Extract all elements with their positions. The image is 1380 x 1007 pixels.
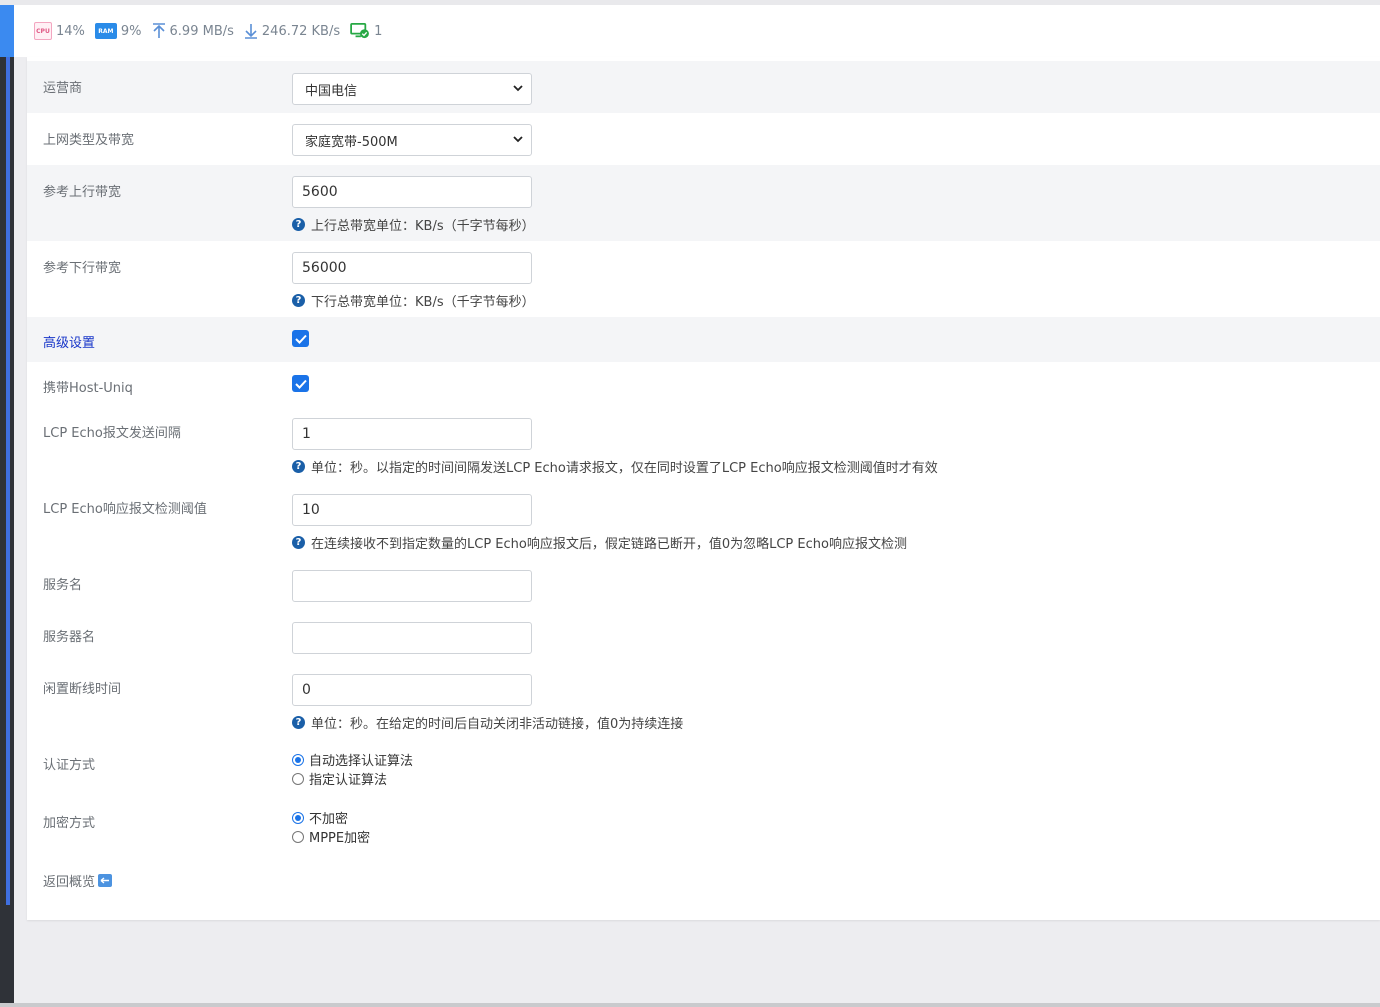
net-type-row: 上网类型及带宽 家庭宽带-500M (27, 113, 1380, 165)
lcp-threshold-row: LCP Echo响应报文检测阈值 ? 在连续接收不到指定数量的LCP Echo响… (27, 486, 1380, 562)
lcp-threshold-help-text: 在连续接收不到指定数量的LCP Echo响应报文后，假定链路已断开，值0为忽略L… (311, 537, 907, 552)
server-name-row: 服务器名 (27, 614, 1380, 666)
back-to-overview-link[interactable]: 返回概览 (43, 871, 113, 890)
lcp-interval-help: ? 单位：秒。以指定的时间间隔发送LCP Echo请求报文，仅在同时设置了LCP… (292, 457, 938, 476)
up-bandwidth-help-text: 上行总带宽单位：KB/s（千字节每秒） (311, 219, 535, 234)
bottom-edge (0, 1003, 1380, 1007)
down-bandwidth-help: ? 下行总带宽单位：KB/s（千字节每秒） (292, 291, 535, 310)
net-type-select[interactable]: 家庭宽带-500M (292, 124, 532, 156)
settings-panel: 运营商 中国电信 上网类型及带宽 家庭宽带-500M 参考上行带宽 ? 上行总带… (27, 57, 1380, 920)
encrypt-option-none[interactable]: 不加密 (292, 808, 370, 827)
lcp-interval-label: LCP Echo报文发送间隔 (43, 426, 181, 441)
radio-selected-icon (292, 753, 304, 766)
auth-label: 认证方式 (43, 758, 96, 773)
isp-row: 运营商 中国电信 (27, 61, 1380, 113)
lcp-threshold-label: LCP Echo响应报文检测阈值 (43, 502, 207, 517)
connection-count: 1 (374, 23, 383, 39)
encrypt-option-none-label: 不加密 (309, 812, 349, 827)
cpu-icon: CPU (34, 22, 52, 40)
upload-arrow-icon (152, 23, 165, 38)
monitor-check-icon (350, 23, 370, 39)
radio-unselected-icon (292, 830, 304, 843)
download-speed: 246.72 KB/s (261, 23, 341, 39)
up-bandwidth-label: 参考上行带宽 (43, 185, 122, 200)
service-name-label: 服务名 (43, 578, 83, 593)
help-icon: ? (292, 294, 305, 307)
status-bar: CPU 14% RAM 9% 6.99 MB/s 246.72 KB/s 1 (0, 5, 1380, 57)
up-bandwidth-help: ? 上行总带宽单位：KB/s（千字节每秒） (292, 215, 535, 234)
down-bandwidth-label: 参考下行带宽 (43, 261, 122, 276)
isp-select-value: 中国电信 (305, 83, 358, 99)
service-name-input[interactable] (292, 570, 532, 602)
lcp-interval-help-text: 单位：秒。以指定的时间间隔发送LCP Echo请求报文，仅在同时设置了LCP E… (311, 461, 938, 476)
check-icon (294, 334, 307, 344)
radio-unselected-icon (292, 772, 304, 785)
auth-option-auto[interactable]: 自动选择认证算法 (292, 750, 413, 769)
check-icon (294, 379, 307, 389)
cpu-usage: 14% (56, 23, 85, 39)
idle-help: ? 单位：秒。在给定的时间后自动关闭非活动链接，值0为持续连接 (292, 713, 683, 732)
auth-option-specify-label: 指定认证算法 (309, 773, 388, 788)
auth-option-specify[interactable]: 指定认证算法 (292, 769, 413, 788)
advanced-checkbox[interactable] (292, 330, 309, 347)
encrypt-row: 加密方式 不加密 MPPE加密 (27, 800, 1380, 858)
idle-row: 闲置断线时间 ? 单位：秒。在给定的时间后自动关闭非活动链接，值0为持续连接 (27, 666, 1380, 742)
idle-input[interactable] (292, 674, 532, 706)
net-type-select-value: 家庭宽带-500M (305, 134, 398, 150)
host-uniq-label: 携带Host-Uniq (43, 381, 133, 396)
upload-speed: 6.99 MB/s (169, 23, 234, 39)
auth-option-auto-label: 自动选择认证算法 (309, 754, 414, 769)
encrypt-option-mppe-label: MPPE加密 (309, 831, 371, 846)
lcp-threshold-help: ? 在连续接收不到指定数量的LCP Echo响应报文后，假定链路已断开，值0为忽… (292, 533, 907, 552)
help-icon: ? (292, 460, 305, 473)
radio-selected-icon (292, 811, 304, 824)
help-icon: ? (292, 536, 305, 549)
down-bandwidth-row: 参考下行带宽 ? 下行总带宽单位：KB/s（千字节每秒） (27, 241, 1380, 317)
idle-help-text: 单位：秒。在给定的时间后自动关闭非活动链接，值0为持续连接 (311, 717, 684, 732)
ram-status: RAM 9% (94, 23, 142, 39)
back-to-overview-label: 返回概览 (43, 875, 96, 890)
ram-usage: 9% (120, 23, 142, 39)
encrypt-option-mppe[interactable]: MPPE加密 (292, 827, 370, 846)
lcp-interval-input[interactable] (292, 418, 532, 450)
server-name-label: 服务器名 (43, 630, 96, 645)
host-uniq-checkbox[interactable] (292, 375, 309, 392)
help-icon: ? (292, 218, 305, 231)
ram-icon: RAM (94, 23, 117, 39)
down-bandwidth-input[interactable] (292, 252, 532, 284)
auth-row: 认证方式 自动选择认证算法 指定认证算法 (27, 742, 1380, 800)
chevron-down-icon (513, 85, 523, 92)
back-arrow-icon (98, 874, 113, 887)
download-arrow-icon (244, 24, 257, 39)
connection-status: 1 (350, 23, 382, 39)
sidebar-scrollbar[interactable] (6, 5, 10, 905)
lcp-interval-row: LCP Echo报文发送间隔 ? 单位：秒。以指定的时间间隔发送LCP Echo… (27, 410, 1380, 486)
isp-select[interactable]: 中国电信 (292, 73, 532, 105)
down-bandwidth-help-text: 下行总带宽单位：KB/s（千字节每秒） (311, 295, 535, 310)
idle-label: 闲置断线时间 (43, 682, 122, 697)
up-bandwidth-row: 参考上行带宽 ? 上行总带宽单位：KB/s（千字节每秒） (27, 165, 1380, 241)
chevron-down-icon (513, 136, 523, 143)
left-sidebar-edge (0, 5, 14, 1007)
advanced-label: 高级设置 (43, 336, 96, 351)
encrypt-label: 加密方式 (43, 816, 96, 831)
up-bandwidth-input[interactable] (292, 176, 532, 208)
net-type-label: 上网类型及带宽 (43, 133, 135, 148)
download-status: 246.72 KB/s (244, 23, 340, 39)
upload-status: 6.99 MB/s (152, 23, 234, 39)
server-name-input[interactable] (292, 622, 532, 654)
service-name-row: 服务名 (27, 562, 1380, 614)
help-icon: ? (292, 716, 305, 729)
advanced-row: 高级设置 (27, 317, 1380, 362)
cpu-status: CPU 14% (34, 22, 85, 40)
host-uniq-row: 携带Host-Uniq (27, 362, 1380, 410)
lcp-threshold-input[interactable] (292, 494, 532, 526)
isp-label: 运营商 (43, 81, 83, 96)
